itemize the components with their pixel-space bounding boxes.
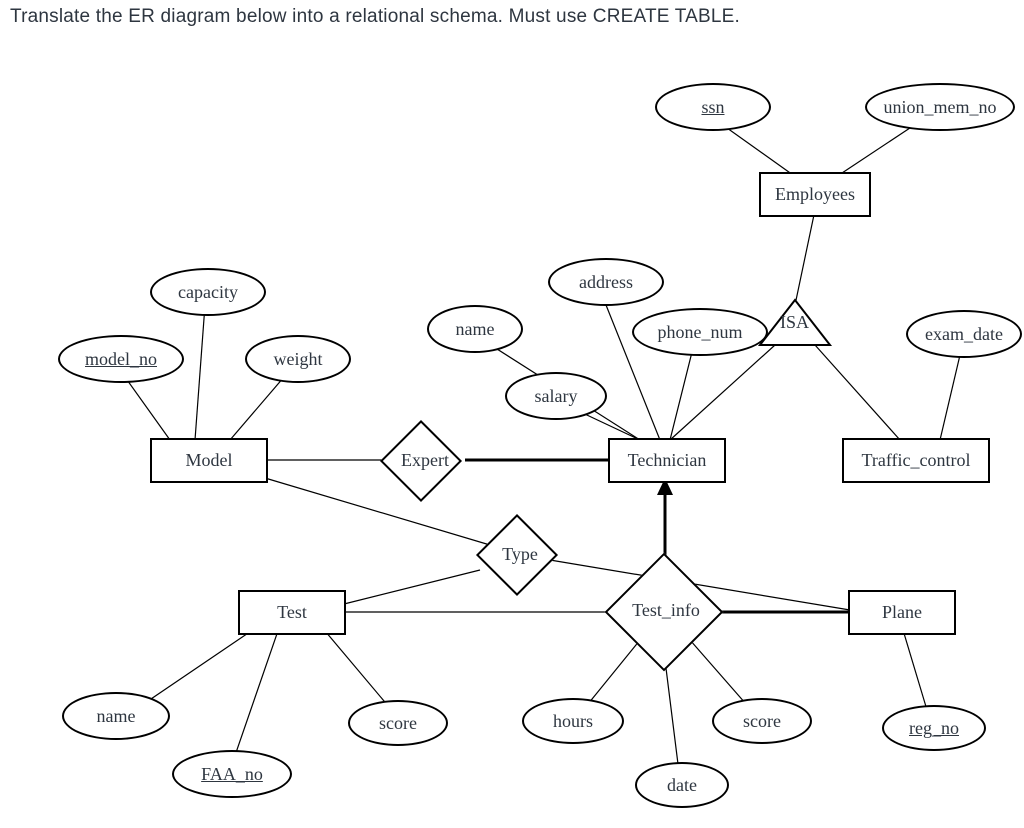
entity-employees: Employees <box>759 172 871 217</box>
attr-score-test: score <box>348 700 448 746</box>
attr-capacity: capacity <box>150 268 266 316</box>
isa-label: ISA <box>780 312 809 333</box>
attr-name-test: name <box>62 692 170 740</box>
attr-score-ti: score <box>712 698 812 744</box>
attr-weight: weight <box>245 335 351 383</box>
attr-salary: salary <box>505 372 607 420</box>
attr-model-no: model_no <box>58 335 184 383</box>
entity-traffic-control: Traffic_control <box>842 438 990 483</box>
entity-technician: Technician <box>608 438 726 483</box>
rel-expert-label: Expert <box>395 450 455 471</box>
attr-address: address <box>548 258 664 306</box>
rel-type-label: Type <box>492 544 548 565</box>
attr-hours: hours <box>522 698 624 744</box>
attr-name-tech: name <box>427 305 523 353</box>
attr-exam-date: exam_date <box>906 310 1022 358</box>
er-diagram-canvas: ssn union_mem_no capacity model_no weigh… <box>0 0 1024 828</box>
attr-union-mem-no: union_mem_no <box>865 83 1015 131</box>
rel-test-info-label: Test_info <box>628 600 704 621</box>
attr-faa-no: FAA_no <box>172 750 292 798</box>
attr-date: date <box>635 762 729 808</box>
entity-plane: Plane <box>848 590 956 635</box>
attr-ssn: ssn <box>655 83 771 131</box>
entity-test: Test <box>238 590 346 635</box>
attr-reg-no: reg_no <box>882 705 986 751</box>
entity-model: Model <box>150 438 268 483</box>
attr-phone-num: phone_num <box>632 308 768 356</box>
